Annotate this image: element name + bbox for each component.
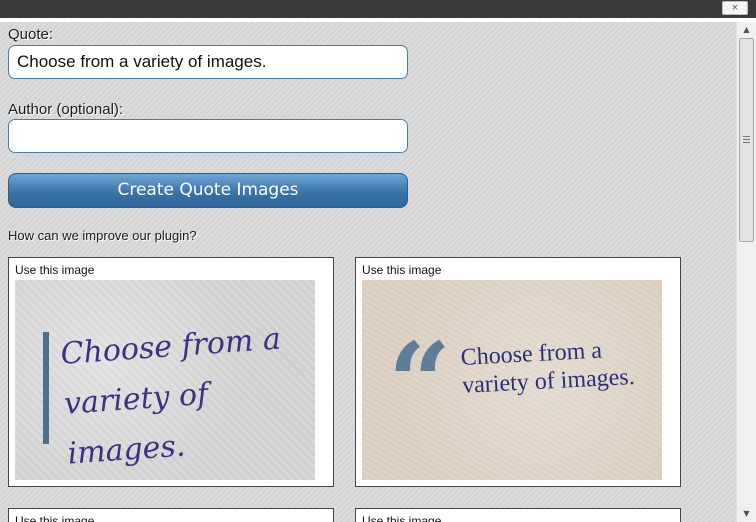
accent-bar — [43, 332, 49, 444]
quote-label: Quote: — [8, 26, 54, 43]
improve-plugin-link[interactable]: How can we improve our plugin? — [8, 228, 197, 243]
quote-plugin-panel: Quote: Author (optional): Create Quote I… — [0, 22, 736, 522]
grip-line — [743, 136, 750, 137]
use-this-image-link[interactable]: Use this image — [15, 263, 94, 277]
quote-image-preview[interactable]: Choose from a variety of images. — [15, 280, 315, 480]
image-option-card[interactable]: Use this image — [355, 508, 681, 522]
vertical-scrollbar[interactable]: ▲ ▼ — [736, 22, 756, 522]
create-quote-images-button[interactable]: Create Quote Images — [8, 173, 408, 208]
use-this-image-link[interactable]: Use this image — [15, 514, 94, 522]
use-this-image-link[interactable]: Use this image — [362, 514, 441, 522]
close-button[interactable]: × — [722, 1, 748, 15]
scroll-thumb[interactable] — [739, 38, 754, 242]
grip-line — [743, 139, 750, 140]
scroll-down-icon[interactable]: ▼ — [737, 506, 756, 522]
author-input[interactable] — [8, 119, 408, 153]
use-this-image-link[interactable]: Use this image — [362, 263, 441, 277]
quote-image-preview[interactable]: “ Choose from a variety of images. — [362, 280, 662, 480]
quote-mark-icon: “ — [388, 318, 452, 447]
grip-line — [743, 142, 750, 143]
close-icon: × — [731, 3, 739, 13]
preview-quote-text: Choose from a variety of images. — [460, 337, 636, 399]
image-option-card[interactable]: Use this image — [8, 508, 334, 522]
quote-input[interactable] — [8, 45, 408, 79]
preview-quote-text: Choose from a variety of images. — [59, 321, 282, 472]
author-label: Author (optional): — [8, 101, 124, 118]
image-option-card[interactable]: Use this image “ Choose from a variety o… — [355, 257, 681, 487]
title-bar: × — [0, 0, 756, 18]
scroll-up-icon[interactable]: ▲ — [737, 22, 756, 38]
image-option-card[interactable]: Use this image Choose from a variety of … — [8, 257, 334, 487]
